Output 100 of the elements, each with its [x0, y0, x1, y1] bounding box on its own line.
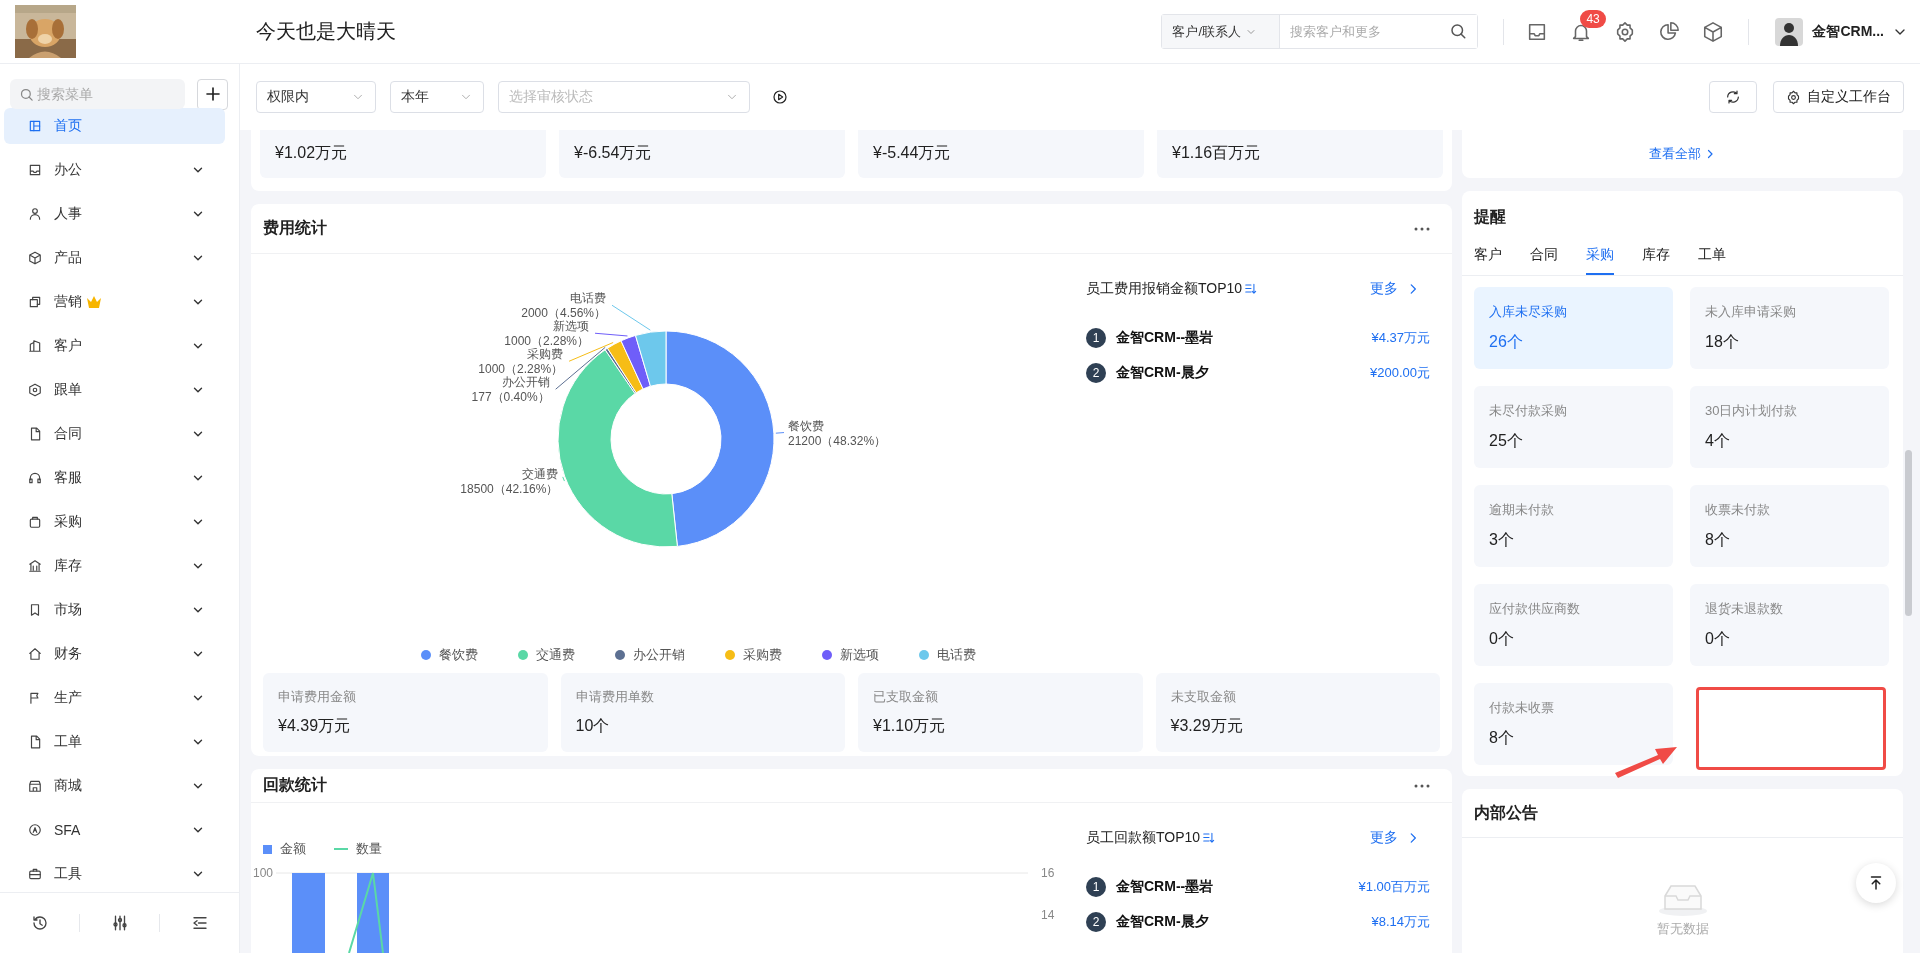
card-label: 逾期未付款 [1489, 501, 1555, 519]
page-title: 今天也是大晴天 [256, 19, 396, 44]
reminder-card[interactable]: 未入库申请采购 18个 [1690, 287, 1889, 369]
stat-value: ¥4.39万元 [278, 716, 352, 736]
ranking-title: 员工回款额TOP10 [1086, 829, 1201, 847]
reminder-card[interactable]: 入库未尽采购 26个 [1474, 287, 1673, 369]
sidebar-item[interactable]: 商城 [4, 768, 225, 804]
card-value: 8个 [1705, 530, 1731, 550]
tab[interactable]: 合同 [1530, 242, 1558, 275]
summary-value: ¥-5.44万元 [858, 130, 1144, 178]
employee-name: 金智CRM-晨夕 [1116, 363, 1209, 382]
stat-value: ¥1.10万元 [873, 716, 947, 736]
reminder-card[interactable]: 30日内计划付款 4个 [1690, 386, 1889, 468]
reminder-card[interactable]: 收票未付款 8个 [1690, 485, 1889, 567]
card-value: 8个 [1489, 728, 1515, 748]
notification-badge: 43 [1580, 9, 1606, 28]
rank-badge: 1 [1086, 327, 1106, 348]
sidebar-item[interactable]: 产品 [4, 240, 225, 276]
data-label: 177（0.40%） [471, 390, 550, 405]
tab[interactable]: 库存 [1642, 242, 1670, 275]
sidebar-item[interactable]: 客服 [4, 460, 225, 496]
sidebar-item[interactable]: 营销 [4, 284, 225, 320]
reminder-card[interactable]: 未尽付款采购 25个 [1474, 386, 1673, 468]
employee-name: 金智CRM--墨岩 [1116, 328, 1214, 347]
stat-value: 10个 [575, 716, 611, 736]
card-value: 26个 [1489, 332, 1524, 352]
amount-value: ¥8.14万元 [1371, 912, 1430, 931]
reminder-card[interactable]: 退货未退款数 0个 [1690, 584, 1889, 666]
reminder-card[interactable]: 逾期未付款 3个 [1474, 485, 1673, 567]
panel-title: 内部公告 [1462, 789, 1903, 838]
rank-badge: 2 [1086, 911, 1106, 932]
legend-label: 餐饮费 [439, 646, 478, 664]
sidebar-item[interactable]: 人事 [4, 196, 225, 232]
empty-message: 暂无数据 [1656, 920, 1709, 938]
card-label: 30日内计划付款 [1705, 402, 1799, 420]
card-label: 付款未收票 [1489, 699, 1555, 717]
summary-value: ¥1.16百万元 [1157, 130, 1443, 178]
stat-value: ¥3.29万元 [1170, 716, 1244, 736]
scope-select[interactable]: 客户/联系人 [1162, 15, 1281, 48]
card-label: 未入库申请采购 [1705, 303, 1797, 321]
legend-label: 电话费 [937, 646, 976, 664]
card-value: 3个 [1489, 530, 1515, 550]
card-value: 0个 [1489, 629, 1515, 649]
reminder-card[interactable]: 付款未收票 8个 [1474, 683, 1673, 765]
tab[interactable]: 工单 [1698, 242, 1726, 275]
sidebar-item[interactable]: 采购 [4, 504, 225, 540]
reminder-card[interactable]: 应付款供应商数 0个 [1474, 584, 1673, 666]
sidebar-item[interactable]: 办公 [4, 152, 225, 188]
sidebar-item[interactable]: 工单 [4, 724, 225, 760]
sidebar-item[interactable]: SFA [4, 812, 225, 848]
chart-label: 交通费 [522, 467, 559, 482]
card-label: 应付款供应商数 [1489, 600, 1581, 618]
chart-label: 办公开销 [501, 375, 550, 390]
sidebar-item[interactable]: 合同 [4, 416, 225, 452]
sidebar-item[interactable]: 跟单 [4, 372, 225, 408]
chart-label: 电话费 [570, 291, 606, 306]
axis-label: 14 [1041, 908, 1055, 922]
user-name[interactable]: 金智CRM... [1812, 22, 1884, 41]
legend-label: 交通费 [536, 646, 575, 664]
tab[interactable]: 采购 [1586, 242, 1614, 275]
menu-search-field[interactable]: 搜索菜单 [10, 79, 185, 109]
sidebar-item[interactable]: 库存 [4, 548, 225, 584]
card-value: 4个 [1705, 431, 1731, 451]
stat-label: 申请费用金额 [278, 688, 357, 706]
filter-select[interactable]: 权限内 [256, 81, 376, 113]
summary-value: ¥1.02万元 [260, 130, 546, 178]
card-label: 收票未付款 [1705, 501, 1771, 519]
tab[interactable]: 客户 [1474, 242, 1502, 275]
axis-label: 100 [252, 866, 273, 880]
data-label: 1000（2.28%） [504, 334, 589, 349]
summary-value: ¥-6.54万元 [559, 130, 845, 178]
panel-title: 费用统计 [263, 218, 327, 238]
card-label: 未尽付款采购 [1489, 402, 1568, 420]
legend-label: 金额 [280, 840, 306, 858]
amount-value: ¥1.00百万元 [1358, 877, 1430, 896]
sidebar-item[interactable]: 客户 [4, 328, 225, 364]
rank-badge: 2 [1086, 362, 1106, 383]
card-value: 0个 [1705, 629, 1731, 649]
customize-button[interactable]: 自定义工作台 [1773, 81, 1904, 113]
amount-value: ¥200.00元 [1370, 363, 1430, 382]
sidebar-item[interactable]: 首页 [4, 108, 225, 144]
legend-label: 办公开销 [633, 646, 685, 664]
sidebar-item[interactable]: 财务 [4, 636, 225, 672]
sidebar-item[interactable]: 市场 [4, 592, 225, 628]
sidebar-item[interactable]: 生产 [4, 680, 225, 716]
employee-name: 金智CRM-晨夕 [1116, 912, 1209, 931]
search-bar[interactable]: 客户/联系人 搜索客户和更多 [1161, 14, 1479, 49]
more-link[interactable]: 更多 [1370, 280, 1420, 298]
legend-label: 采购费 [743, 646, 782, 664]
view-all-link[interactable]: 查看全部 [1649, 145, 1716, 163]
panel-title: 回款统计 [263, 775, 327, 795]
panel-title: 提醒 [1472, 207, 1507, 227]
data-label: 21200（48.32%） [788, 433, 887, 448]
employee-name: 金智CRM--墨岩 [1116, 877, 1214, 896]
data-label: 1000（2.28%） [478, 362, 564, 377]
sidebar-item[interactable]: 工具 [4, 856, 225, 892]
more-link[interactable]: 更多 [1370, 829, 1420, 847]
amount-value: ¥4.37万元 [1371, 328, 1430, 347]
filter-select[interactable]: 本年 [390, 81, 484, 113]
legend-label: 新选项 [840, 646, 879, 664]
